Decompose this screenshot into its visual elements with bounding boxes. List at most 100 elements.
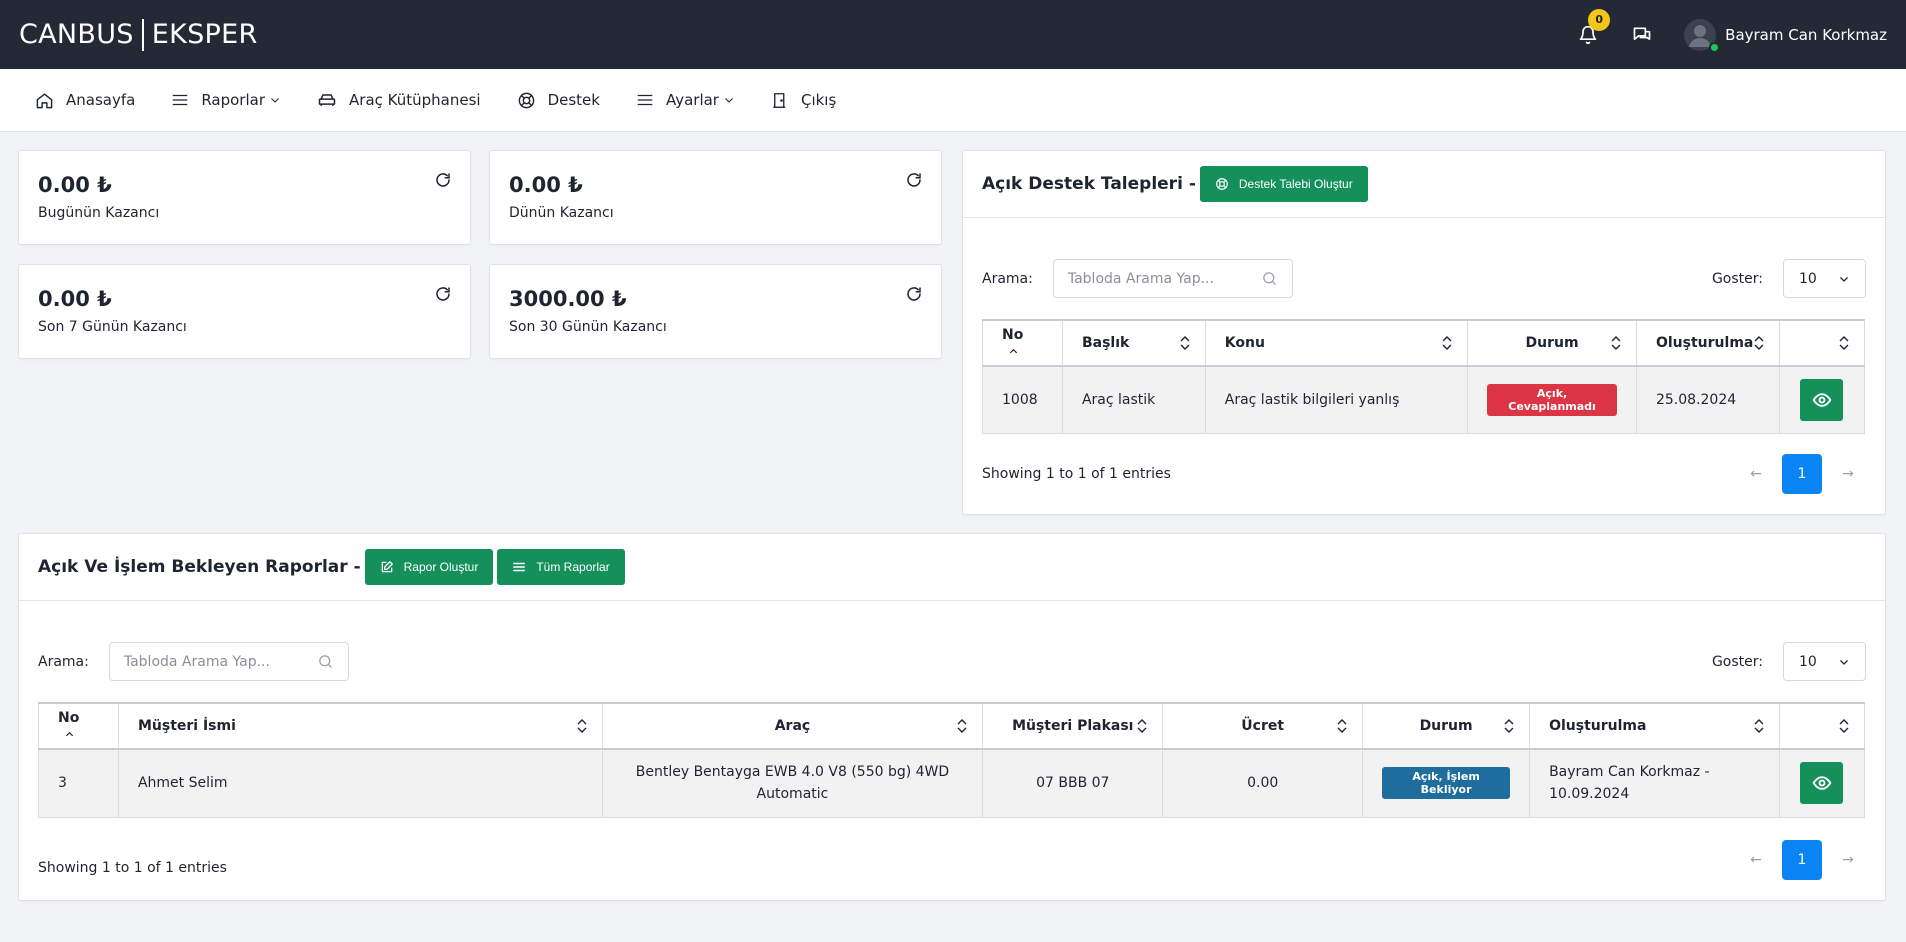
column-header-subject[interactable]: Konu bbox=[1204, 319, 1469, 367]
created-line: Bayram Can Korkmaz - bbox=[1549, 764, 1710, 781]
cell-no: 3 bbox=[38, 748, 119, 818]
column-header-customer[interactable]: Müşteri İsmi bbox=[117, 702, 603, 750]
refresh-icon[interactable] bbox=[434, 285, 452, 303]
cell-customer: Ahmet Selim bbox=[117, 748, 603, 818]
reports-page-size: Goster: 10 bbox=[1712, 642, 1866, 681]
column-label: Başlık bbox=[1081, 335, 1130, 351]
column-header-status[interactable]: Durum bbox=[1362, 702, 1531, 750]
cell-title: Araç lastik bbox=[1061, 365, 1206, 434]
table-info: Showing 1 to 1 of 1 entries bbox=[982, 466, 1171, 482]
created-line: 10.09.2024 bbox=[1549, 786, 1630, 803]
notifications-button[interactable]: 0 bbox=[1576, 8, 1611, 47]
column-header-actions[interactable] bbox=[1778, 702, 1866, 750]
chevron-down-icon bbox=[1840, 276, 1848, 282]
top-bar: CANBUS EKSPER 0 Bayram Can Korkmaz bbox=[0, 0, 1906, 69]
prev-page-button[interactable]: ← bbox=[1738, 454, 1774, 494]
page-number-button[interactable]: 1 bbox=[1782, 454, 1822, 494]
page-number-button[interactable]: 1 bbox=[1782, 840, 1822, 880]
nav-item-settings[interactable]: Ayarlar bbox=[636, 91, 735, 109]
brand-name-right: EKSPER bbox=[151, 19, 258, 50]
table-row: 1008 Araç lastik Araç lastik bilgileri y… bbox=[982, 365, 1866, 434]
cell-created: Bayram Can Korkmaz - 10.09.2024 bbox=[1529, 748, 1780, 818]
cell-status: Açık, İşlem Bekliyor bbox=[1362, 748, 1531, 818]
search-input[interactable]: Tabloda Arama Yap... bbox=[1052, 259, 1293, 298]
nav-label-settings: Ayarlar bbox=[665, 91, 719, 109]
column-header-created[interactable]: Oluşturulma bbox=[1635, 319, 1780, 367]
stat-card-last-30-days: 3000.00 ₺ Son 30 Günün Kazancı bbox=[489, 264, 942, 359]
view-report-button[interactable] bbox=[1800, 762, 1844, 805]
messages-button[interactable] bbox=[1630, 23, 1654, 47]
column-header-no[interactable]: No bbox=[982, 319, 1063, 367]
nav-item-support[interactable]: Destek bbox=[517, 91, 600, 110]
column-header-vehicle[interactable]: Araç bbox=[601, 702, 984, 750]
lifebuoy-icon bbox=[1216, 178, 1228, 190]
create-report-button[interactable]: Rapor Oluştur bbox=[364, 549, 494, 585]
nav-item-vehicle-library[interactable]: Araç Kütüphanesi bbox=[317, 90, 481, 110]
open-reports-table: No Müşteri İsmi Araç Müşteri Plakası Ücr… bbox=[38, 702, 1866, 818]
column-label: Müşteri İsmi bbox=[137, 718, 236, 734]
cell-actions bbox=[1778, 365, 1866, 434]
refresh-icon[interactable] bbox=[434, 171, 452, 189]
prev-page-button[interactable]: ← bbox=[1738, 840, 1774, 880]
stat-label: Son 7 Günün Kazancı bbox=[38, 319, 187, 335]
stat-label: Dünün Kazancı bbox=[509, 205, 614, 221]
nav-label-reports: Raporlar bbox=[201, 91, 266, 109]
next-page-button[interactable]: → bbox=[1830, 840, 1866, 880]
column-label: Durum bbox=[1525, 335, 1579, 351]
next-page-button[interactable]: → bbox=[1830, 454, 1866, 494]
column-header-no[interactable]: No bbox=[38, 702, 119, 750]
page-size-select[interactable]: 10 bbox=[1783, 259, 1866, 298]
vehicle-line: Bentley Bentayga EWB 4.0 V8 (550 bg) 4WD bbox=[635, 764, 950, 781]
avatar[interactable] bbox=[1684, 18, 1721, 53]
column-header-plate[interactable]: Müşteri Plakası bbox=[982, 702, 1164, 750]
column-header-status[interactable]: Durum bbox=[1467, 319, 1637, 367]
column-label: No bbox=[58, 710, 80, 726]
create-support-ticket-button[interactable]: Destek Talebi Oluştur bbox=[1199, 166, 1368, 202]
column-header-title[interactable]: Başlık bbox=[1061, 319, 1206, 367]
page-size-select[interactable]: 10 bbox=[1783, 642, 1866, 681]
column-label: Ücret bbox=[1241, 718, 1285, 734]
sort-icon bbox=[577, 719, 587, 733]
support-tickets-card: Açık Destek Talepleri - Destek Talebi Ol… bbox=[962, 150, 1886, 515]
nav-item-home[interactable]: Anasayfa bbox=[35, 91, 135, 110]
stat-card-last-7-days: 0.00 ₺ Son 7 Günün Kazancı bbox=[18, 264, 471, 359]
sort-ascending-icon bbox=[65, 731, 74, 736]
chat-icon bbox=[1633, 27, 1651, 40]
show-label: Goster: bbox=[1711, 270, 1763, 287]
stat-label: Bugünün Kazancı bbox=[38, 205, 160, 221]
nav-label-logout: Çıkış bbox=[800, 91, 837, 109]
chevron-down-icon bbox=[1840, 659, 1848, 665]
column-header-fee[interactable]: Ücret bbox=[1162, 702, 1364, 750]
menu-lines-icon bbox=[637, 94, 653, 106]
reports-card-header: Açık Ve İşlem Bekleyen Raporlar - Rapor … bbox=[19, 534, 1885, 601]
search-icon bbox=[319, 655, 332, 668]
cell-fee: 0.00 bbox=[1162, 748, 1364, 818]
brand-name-left: CANBUS bbox=[19, 19, 134, 50]
refresh-icon[interactable] bbox=[905, 285, 923, 303]
sort-icon bbox=[1839, 336, 1849, 350]
all-reports-button[interactable]: Tüm Raporlar bbox=[497, 549, 625, 585]
stat-card-yesterday: 0.00 ₺ Dünün Kazancı bbox=[489, 150, 942, 245]
column-header-actions[interactable] bbox=[1778, 319, 1866, 367]
main-nav: Anasayfa Raporlar Araç Kütüphanesi Deste… bbox=[0, 69, 1906, 132]
user-name[interactable]: Bayram Can Korkmaz bbox=[1725, 26, 1887, 44]
create-support-ticket-label: Destek Talebi Oluştur bbox=[1238, 177, 1353, 191]
column-label: No bbox=[1002, 327, 1024, 343]
stat-card-today: 0.00 ₺ Bugünün Kazancı bbox=[18, 150, 471, 245]
nav-label-vehicle-library: Araç Kütüphanesi bbox=[349, 91, 481, 109]
brand-logo[interactable]: CANBUS EKSPER bbox=[19, 18, 258, 51]
search-label: Arama: bbox=[982, 270, 1033, 287]
support-card-header: Açık Destek Talepleri - Destek Talebi Ol… bbox=[963, 151, 1885, 218]
refresh-icon[interactable] bbox=[905, 171, 923, 189]
cell-subject: Araç lastik bilgileri yanlış bbox=[1204, 365, 1469, 434]
column-header-created[interactable]: Oluşturulma bbox=[1529, 702, 1780, 750]
nav-item-reports[interactable]: Raporlar bbox=[171, 91, 281, 109]
cell-vehicle: Bentley Bentayga EWB 4.0 V8 (550 bg) 4WD… bbox=[601, 748, 984, 818]
status-badge: Açık, Cevaplanmadı bbox=[1487, 383, 1617, 416]
nav-item-logout[interactable]: Çıkış bbox=[771, 91, 836, 110]
search-input[interactable]: Tabloda Arama Yap... bbox=[108, 642, 349, 681]
stat-value: 0.00 ₺ bbox=[509, 173, 583, 197]
sort-icon bbox=[1611, 336, 1621, 350]
cell-no: 1008 bbox=[982, 365, 1063, 434]
view-ticket-button[interactable] bbox=[1800, 378, 1844, 421]
